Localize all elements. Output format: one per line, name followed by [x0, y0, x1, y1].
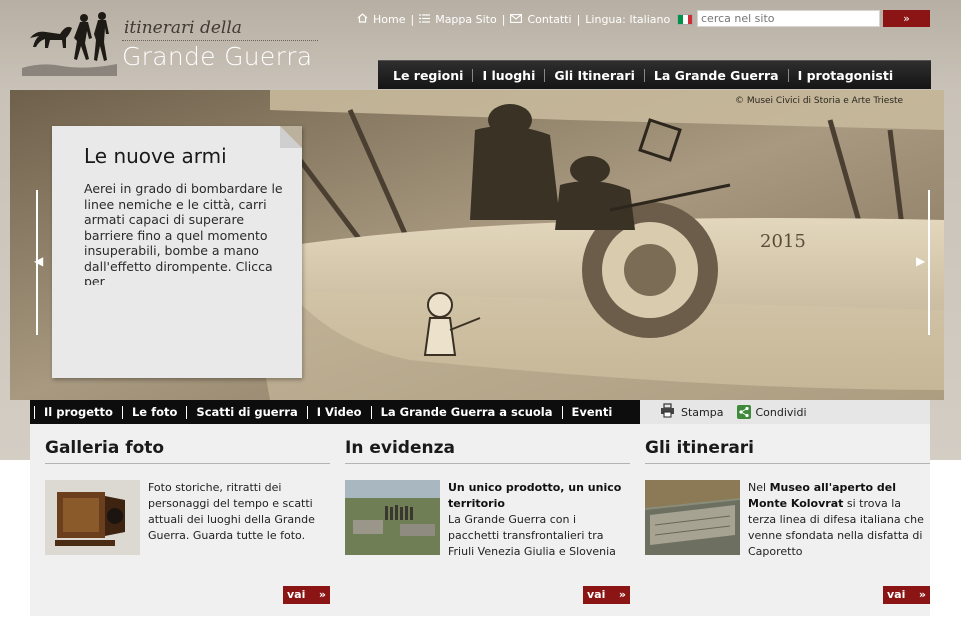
double-chevron-right-icon: »: [918, 588, 926, 601]
hero-slideshow[interactable]: 2015 © Musei Civici di Storia e Arte Tri…: [10, 90, 944, 400]
print-link[interactable]: Stampa: [681, 406, 723, 419]
featured-more-button[interactable]: vai »: [583, 586, 630, 604]
more-label: vai: [287, 588, 306, 601]
subnav-eventi[interactable]: Eventi: [563, 405, 622, 419]
logo-title: Grande Guerra: [122, 42, 313, 71]
subnav-foto[interactable]: Le foto: [123, 405, 186, 419]
featured-headline[interactable]: Un unico prodotto, un unico territorio: [448, 480, 630, 512]
chevron-left-icon[interactable]: ◀: [34, 254, 43, 268]
section-text-block: Un unico prodotto, un unico territorio L…: [448, 480, 630, 560]
separator: |: [501, 12, 506, 26]
subnav-scuola[interactable]: La Grande Guerra a scuola: [372, 405, 562, 419]
logo-divider: [122, 40, 318, 41]
main-navigation: Le regioni I luoghi Gli Itinerari La Gra…: [378, 60, 931, 89]
text-part: Nel: [748, 481, 770, 494]
gallery-more-button[interactable]: vai »: [283, 586, 330, 604]
nav-itinerari[interactable]: Gli Itinerari: [545, 68, 644, 83]
more-label: vai: [887, 588, 906, 601]
section-title[interactable]: Galleria foto: [45, 438, 330, 464]
subnav-scatti[interactable]: Scatti di guerra: [187, 405, 306, 419]
content-panel: Galleria foto Foto storiche, ritratti de…: [30, 424, 930, 616]
separator: |: [410, 12, 415, 26]
mail-icon: [510, 13, 523, 26]
nav-regioni[interactable]: Le regioni: [384, 68, 472, 83]
home-icon: [357, 12, 368, 26]
section-title[interactable]: Gli itinerari: [645, 438, 930, 464]
subnav-video[interactable]: I Video: [308, 405, 371, 419]
page-tools: Stampa Condividi: [640, 400, 930, 424]
featured-section: In evidenza Un unico prodotto, un unico …: [345, 438, 630, 558]
print-icon[interactable]: [660, 403, 675, 421]
subnav-progetto[interactable]: Il progetto: [35, 405, 122, 419]
section-text: Nel Museo all'aperto del Monte Kolovrat …: [748, 480, 930, 560]
double-chevron-right-icon: »: [618, 588, 626, 601]
share-icon[interactable]: [737, 405, 752, 419]
itineraries-section: Gli itinerari Nel Museo all'aperto del M…: [645, 438, 930, 558]
contacts-link[interactable]: Contatti: [527, 13, 571, 26]
section-title[interactable]: In evidenza: [345, 438, 630, 464]
more-label: vai: [587, 588, 606, 601]
itineraries-more-button[interactable]: vai »: [883, 586, 930, 604]
search-input[interactable]: [697, 10, 880, 27]
nav-grande-guerra[interactable]: La Grande Guerra: [645, 68, 788, 83]
logo-subtitle: itinerari della: [124, 18, 242, 38]
site-logo[interactable]: itinerari della Grande Guerra: [22, 8, 322, 80]
nav-protagonisti[interactable]: I protagonisti: [789, 68, 903, 83]
home-link[interactable]: Home: [373, 13, 405, 26]
photo-credit: © Musei Civici di Storia e Arte Trieste: [735, 96, 904, 106]
plane-number: 2015: [760, 231, 806, 252]
separator: |: [576, 12, 581, 26]
language-label[interactable]: Lingua: Italiano: [585, 13, 670, 26]
gallery-section: Galleria foto Foto storiche, ritratti de…: [45, 438, 330, 555]
sitemap-icon: [419, 13, 431, 26]
soldiers-mule-silhouette-icon: [22, 12, 117, 76]
card-fold: [280, 126, 302, 148]
sitemap-link[interactable]: Mappa Sito: [435, 13, 497, 26]
nav-luoghi[interactable]: I luoghi: [473, 68, 544, 83]
share-link[interactable]: Condividi: [755, 406, 806, 419]
slide-text: Aerei in grado di bombardare le linee ne…: [84, 181, 283, 285]
section-text: La Grande Guerra con i pacchetti transfr…: [448, 513, 616, 558]
chevron-right-icon[interactable]: ▶: [916, 254, 925, 268]
itineraries-thumbnail[interactable]: [645, 480, 740, 555]
double-chevron-right-icon: »: [318, 588, 326, 601]
section-text: Foto storiche, ritratti dei personaggi d…: [148, 481, 315, 542]
slide-caption-card[interactable]: Le nuove armi Aerei in grado di bombarda…: [52, 126, 302, 378]
secondary-navigation: Il progetto Le foto Scatti di guerra I V…: [30, 400, 640, 424]
italian-flag-icon[interactable]: [677, 13, 694, 25]
slide-title[interactable]: Le nuove armi: [84, 144, 227, 168]
gallery-thumbnail[interactable]: [45, 480, 140, 555]
slide-next-button[interactable]: [928, 190, 938, 335]
search-button[interactable]: »: [883, 10, 930, 27]
utility-links: Home | Mappa Sito | Contatti | Lingua: I…: [357, 11, 694, 27]
featured-thumbnail[interactable]: [345, 480, 440, 555]
